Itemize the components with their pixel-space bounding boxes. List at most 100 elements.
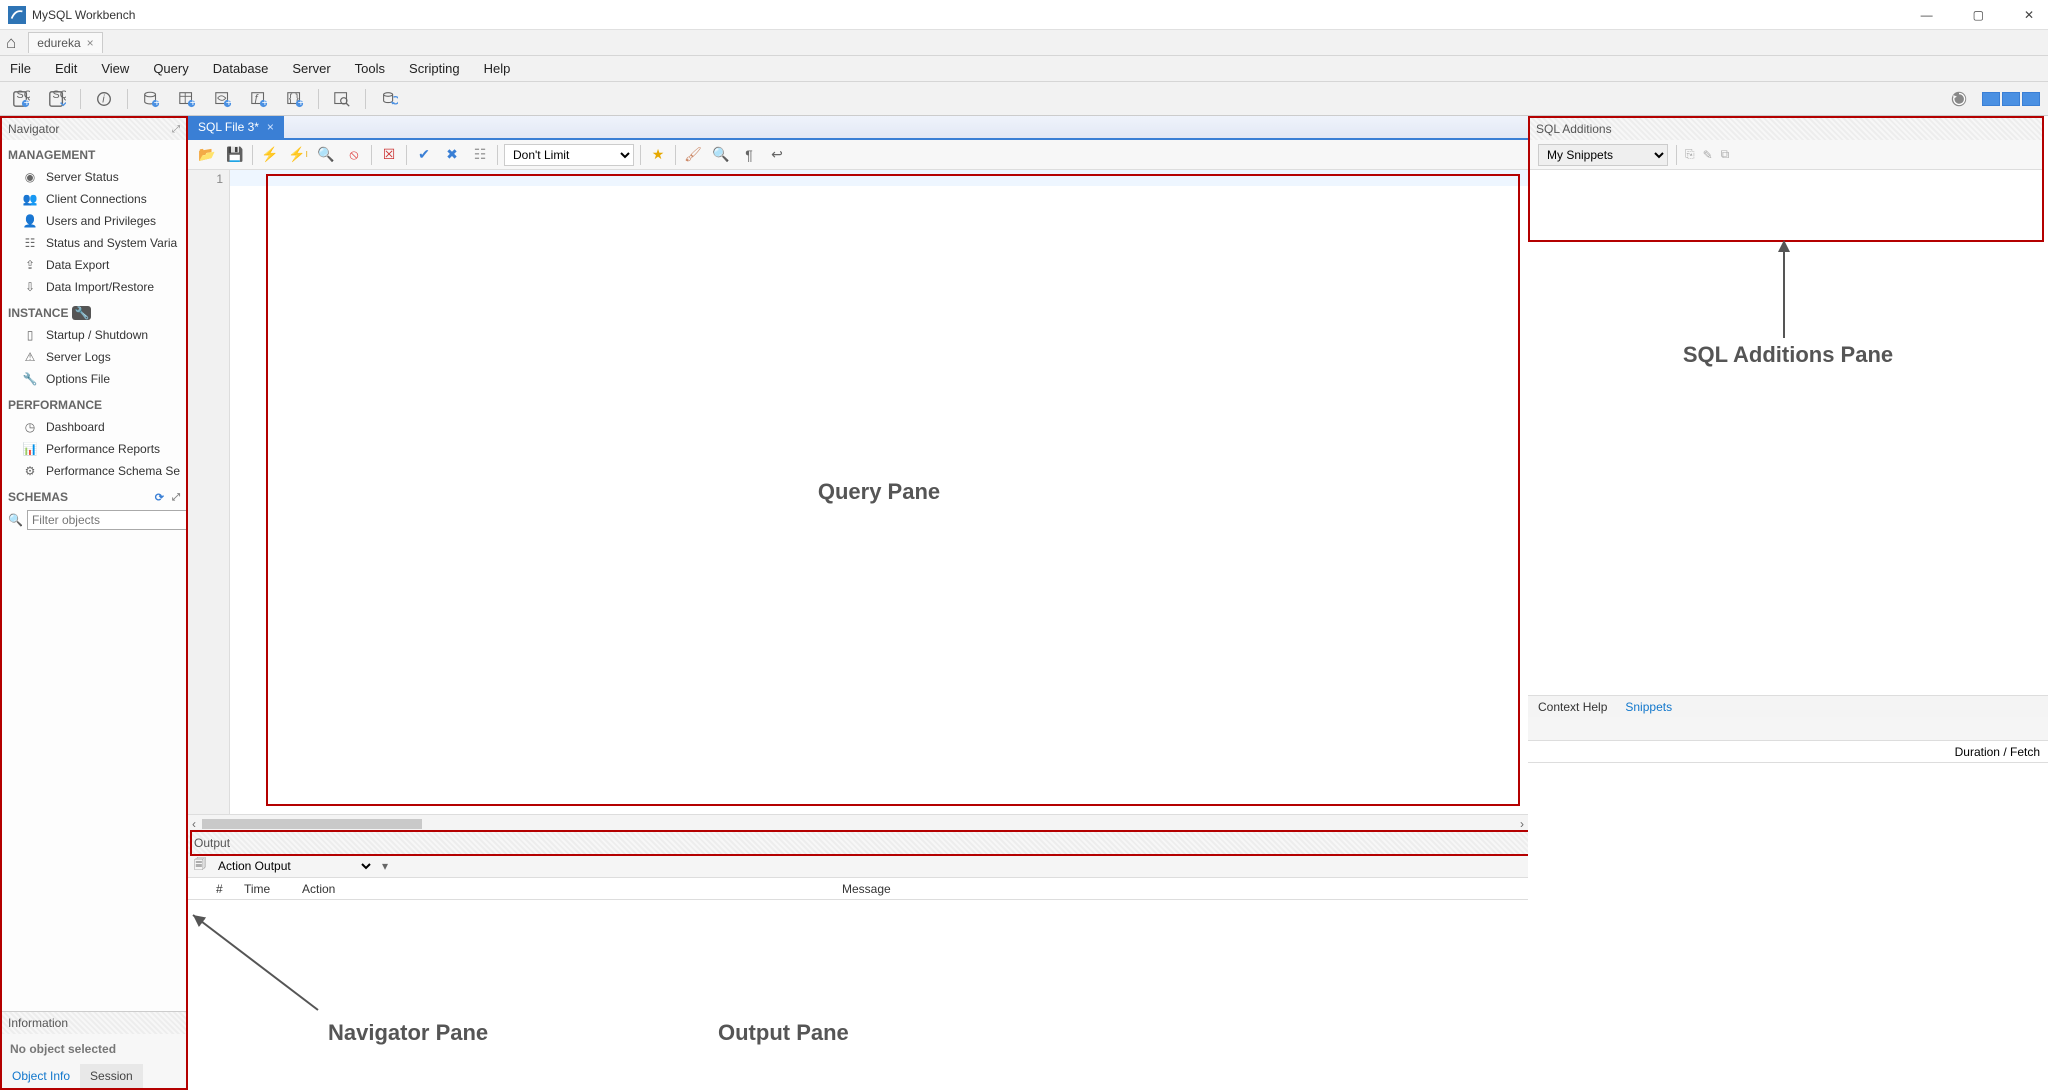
- nav-perf-schema[interactable]: ⚙Performance Schema Se: [2, 460, 186, 482]
- maximize-button[interactable]: ▢: [1973, 8, 1984, 22]
- instance-title: INSTANCE🔧: [2, 298, 186, 324]
- close-icon[interactable]: ×: [267, 120, 274, 134]
- menu-help[interactable]: Help: [484, 61, 511, 76]
- toggle-tx-icon[interactable]: ☷: [469, 144, 491, 166]
- save-icon[interactable]: 💾: [224, 144, 246, 166]
- context-tabs: Context Help Snippets: [1528, 695, 2048, 717]
- snippets-body: [1530, 170, 2042, 240]
- menu-query[interactable]: Query: [153, 61, 188, 76]
- menu-server[interactable]: Server: [292, 61, 330, 76]
- tab-context-help[interactable]: Context Help: [1538, 700, 1607, 714]
- refresh-icon[interactable]: ⟳: [155, 491, 164, 504]
- nav-client-connections[interactable]: 👥Client Connections: [2, 188, 186, 210]
- scroll-thumb[interactable]: [202, 819, 422, 829]
- nav-startup-shutdown[interactable]: ▯Startup / Shutdown: [2, 324, 186, 346]
- editor-scrollbar[interactable]: ‹ ›: [188, 814, 1528, 832]
- expand-icon[interactable]: ⤢: [172, 124, 180, 135]
- execute-current-icon[interactable]: ⚡I: [287, 144, 309, 166]
- connection-tab[interactable]: edureka ×: [28, 32, 102, 53]
- invisible-chars-icon[interactable]: ¶: [738, 144, 760, 166]
- information-pane: Information No object selected Object In…: [2, 1011, 186, 1088]
- limit-select[interactable]: Don't Limit: [504, 144, 634, 166]
- logs-icon: ⚠: [22, 349, 38, 365]
- schemas-title-label: SCHEMAS: [8, 490, 68, 504]
- menu-file[interactable]: File: [10, 61, 31, 76]
- close-button[interactable]: ✕: [2024, 8, 2034, 22]
- create-schema-icon[interactable]: +: [138, 86, 164, 112]
- output-header: Output: [188, 832, 1528, 854]
- server-status-icon: ◉: [22, 169, 38, 185]
- create-procedure-icon[interactable]: ƒ+: [246, 86, 272, 112]
- svg-text:+: +: [24, 97, 30, 108]
- updates-icon[interactable]: [1946, 86, 1972, 112]
- find-icon[interactable]: 🔍: [710, 144, 732, 166]
- expand-icon[interactable]: ⤢: [172, 492, 180, 503]
- editor-tab-label: SQL File 3*: [198, 120, 259, 134]
- nav-item-label: Status and System Varia: [46, 236, 177, 250]
- nav-users-privileges[interactable]: 👤Users and Privileges: [2, 210, 186, 232]
- schema-filter-input[interactable]: [27, 510, 186, 530]
- information-header: Information: [2, 1012, 186, 1034]
- svg-text:+: +: [226, 97, 232, 108]
- output-columns: # Time Action Message: [188, 878, 1528, 900]
- scroll-left-icon[interactable]: ‹: [192, 817, 196, 831]
- tab-session[interactable]: Session: [80, 1064, 143, 1088]
- management-title: MANAGEMENT: [2, 140, 186, 166]
- commit-icon[interactable]: ✔: [413, 144, 435, 166]
- import-icon: ⇩: [22, 279, 38, 295]
- explain-icon[interactable]: 🔍: [315, 144, 337, 166]
- create-function-icon[interactable]: { }+: [282, 86, 308, 112]
- create-view-icon[interactable]: +: [210, 86, 236, 112]
- stop-icon[interactable]: ⦸: [343, 144, 365, 166]
- menu-scripting[interactable]: Scripting: [409, 61, 460, 76]
- snippet-replace-icon[interactable]: ✎: [1703, 148, 1713, 162]
- reconnect-icon[interactable]: [376, 86, 402, 112]
- snippet-copy-icon[interactable]: ⧉: [1721, 147, 1730, 162]
- menu-tools[interactable]: Tools: [355, 61, 385, 76]
- output-history-icon[interactable]: 🗐: [194, 855, 206, 876]
- nav-data-import[interactable]: ⇩Data Import/Restore: [2, 276, 186, 298]
- inspector-icon[interactable]: i: [91, 86, 117, 112]
- snippet-insert-icon[interactable]: ⎘: [1685, 147, 1695, 162]
- output-type-select[interactable]: Action Output: [214, 858, 374, 874]
- scroll-right-icon[interactable]: ›: [1520, 817, 1524, 831]
- home-icon[interactable]: ⌂: [6, 33, 16, 53]
- menu-view[interactable]: View: [101, 61, 129, 76]
- annotation-nav-label: Navigator Pane: [328, 1020, 488, 1046]
- editor-tab[interactable]: SQL File 3* ×: [188, 116, 284, 138]
- menu-database[interactable]: Database: [213, 61, 269, 76]
- execute-icon[interactable]: ⚡: [259, 144, 281, 166]
- sql-additions-pane: SQL Additions My Snippets ⎘ ✎ ⧉: [1528, 116, 2044, 242]
- panel-switches[interactable]: [1982, 92, 2040, 106]
- nav-data-export[interactable]: ⇪Data Export: [2, 254, 186, 276]
- favorite-icon[interactable]: ★: [647, 144, 669, 166]
- toggle-autocommit-icon[interactable]: ☒: [378, 144, 400, 166]
- new-sql-tab-icon[interactable]: SQL+: [8, 86, 34, 112]
- menu-edit[interactable]: Edit: [55, 61, 77, 76]
- nav-item-label: Users and Privileges: [46, 214, 156, 228]
- line-number: 1: [216, 172, 223, 186]
- beautify-icon[interactable]: 🖌: [682, 144, 704, 166]
- nav-server-status[interactable]: ◉Server Status: [2, 166, 186, 188]
- tab-snippets[interactable]: Snippets: [1625, 700, 1672, 714]
- snippets-select[interactable]: My Snippets: [1538, 144, 1668, 166]
- dashboard-icon: ◷: [22, 419, 38, 435]
- tab-object-info[interactable]: Object Info: [2, 1064, 80, 1088]
- wrap-icon[interactable]: ↩: [766, 144, 788, 166]
- minimize-button[interactable]: —: [1921, 8, 1933, 22]
- nav-options-file[interactable]: 🔧Options File: [2, 368, 186, 390]
- open-sql-icon[interactable]: SQL: [44, 86, 70, 112]
- create-table-icon[interactable]: +: [174, 86, 200, 112]
- search-table-data-icon[interactable]: [329, 86, 355, 112]
- nav-status-vars[interactable]: ☷Status and System Varia: [2, 232, 186, 254]
- nav-dashboard[interactable]: ◷Dashboard: [2, 416, 186, 438]
- editor-tab-bar: SQL File 3* ×: [188, 116, 1528, 140]
- open-file-icon[interactable]: 📂: [196, 144, 218, 166]
- rollback-icon[interactable]: ✖: [441, 144, 463, 166]
- nav-item-label: Performance Reports: [46, 442, 160, 456]
- sql-editor[interactable]: Query Pane: [230, 170, 1528, 814]
- nav-server-logs[interactable]: ⚠Server Logs: [2, 346, 186, 368]
- nav-perf-reports[interactable]: 📊Performance Reports: [2, 438, 186, 460]
- col-message: Message: [836, 882, 1528, 896]
- close-icon[interactable]: ×: [87, 36, 94, 50]
